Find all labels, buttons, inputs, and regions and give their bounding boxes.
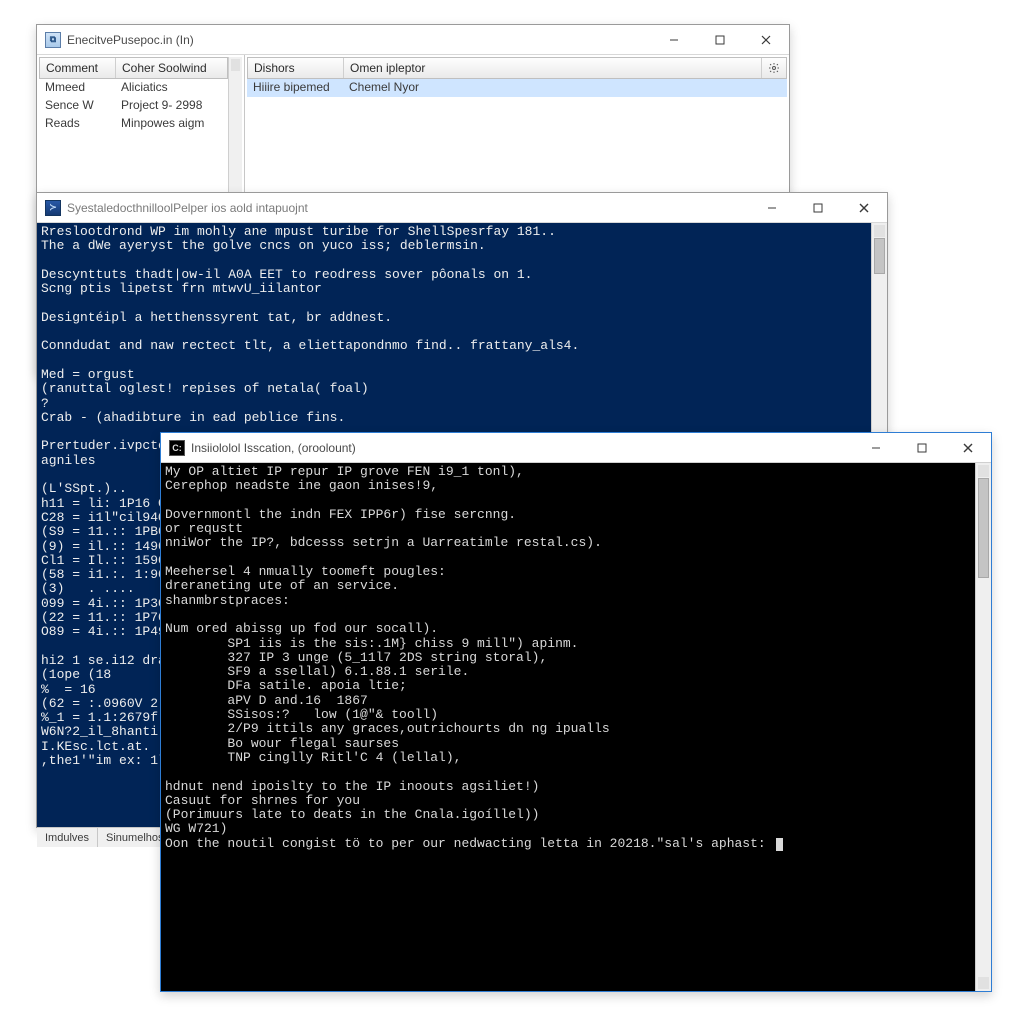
- gear-icon[interactable]: [762, 58, 786, 78]
- minimize-button[interactable]: [749, 193, 795, 222]
- status-tab[interactable]: Imdulves: [37, 828, 98, 847]
- powershell-icon: ≻: [45, 200, 61, 216]
- close-button[interactable]: [945, 433, 991, 462]
- app-icon: ⧉: [45, 32, 61, 48]
- col-dishors[interactable]: Dishors: [248, 58, 344, 78]
- left-column-header[interactable]: Comment Coher Soolwind: [39, 57, 228, 79]
- cell: Project 9- 2998: [115, 97, 228, 115]
- cmd-window: C: Insiiololol Isscation, (oroolount) My…: [160, 432, 992, 992]
- col-comment[interactable]: Comment: [40, 58, 116, 78]
- scrollbar[interactable]: [975, 463, 991, 991]
- cell: Reads: [39, 115, 115, 133]
- right-column-header[interactable]: Dishors Omen ipleptor: [247, 57, 787, 79]
- cell: Mmeed: [39, 79, 115, 97]
- maximize-button[interactable]: [795, 193, 841, 222]
- cell: Aliciatics: [115, 79, 228, 97]
- window-title: EnecitvePusepoc.in (In): [67, 33, 194, 47]
- titlebar[interactable]: ⧉ EnecitvePusepoc.in (In): [37, 25, 789, 55]
- console-text: My OP altiet IP repur IP grove FEN i9_1 …: [165, 464, 774, 851]
- window-title: Insiiololol Isscation, (oroolount): [191, 441, 356, 455]
- minimize-button[interactable]: [651, 25, 697, 54]
- window-title: SyestaledocthnilloolPelper ios aold inta…: [67, 201, 308, 215]
- cmd-icon: C:: [169, 440, 185, 456]
- minimize-button[interactable]: [853, 433, 899, 462]
- cell: Sence W: [39, 97, 115, 115]
- cell: Chemel Nyor: [343, 79, 787, 97]
- close-button[interactable]: [841, 193, 887, 222]
- col-omen[interactable]: Omen ipleptor: [344, 58, 762, 78]
- close-button[interactable]: [743, 25, 789, 54]
- list-item[interactable]: ReadsMinpowes aigm: [39, 115, 228, 133]
- titlebar[interactable]: C: Insiiololol Isscation, (oroolount): [161, 433, 991, 463]
- cell: Minpowes aigm: [115, 115, 228, 133]
- cell: Hiiire bipemed: [247, 79, 343, 97]
- maximize-button[interactable]: [899, 433, 945, 462]
- maximize-button[interactable]: [697, 25, 743, 54]
- titlebar[interactable]: ≻ SyestaledocthnilloolPelper ios aold in…: [37, 193, 887, 223]
- list-item[interactable]: Sence WProject 9- 2998: [39, 97, 228, 115]
- list-item[interactable]: Hiiire bipemedChemel Nyor: [247, 79, 787, 97]
- text-cursor: [776, 838, 783, 851]
- list-item[interactable]: MmeedAliciatics: [39, 79, 228, 97]
- col-coher[interactable]: Coher Soolwind: [116, 58, 227, 78]
- console-output[interactable]: My OP altiet IP repur IP grove FEN i9_1 …: [161, 463, 975, 991]
